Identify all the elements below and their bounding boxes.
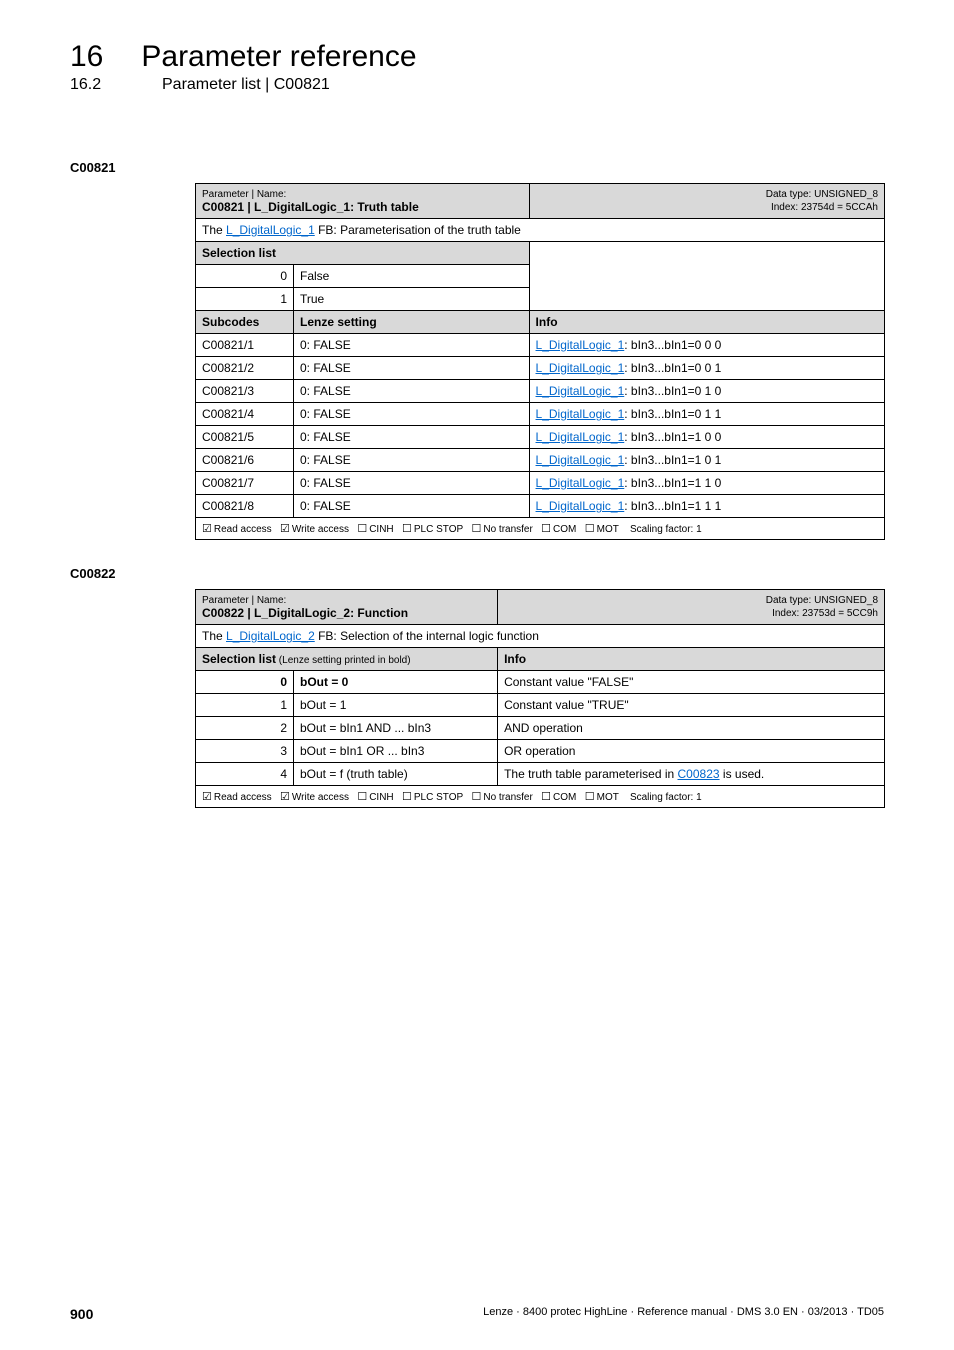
desc-link[interactable]: L_DigitalLogic_1 (226, 223, 315, 237)
param-datatype: Data type: UNSIGNED_8 (766, 189, 878, 200)
param-datatype: Data type: UNSIGNED_8 (766, 595, 878, 606)
lenze-setting-header: Lenze setting (294, 311, 530, 334)
param-name: C00821 | L_DigitalLogic_1: Truth table (202, 200, 419, 214)
table-row: 3 bOut = bIn1 OR ... bIn3 OR operation (196, 740, 885, 763)
info-link[interactable]: L_DigitalLogic_1 (536, 453, 625, 467)
param-meta-label: Parameter | Name: (202, 189, 286, 200)
info-link[interactable]: L_DigitalLogic_1 (536, 430, 625, 444)
info-link[interactable]: L_DigitalLogic_1 (536, 384, 625, 398)
desc-prefix: The (202, 629, 226, 643)
info-link[interactable]: L_DigitalLogic_1 (536, 407, 625, 421)
info-header: Info (529, 311, 884, 334)
table-row: C00821/20: FALSEL_DigitalLogic_1: bIn3..… (196, 357, 885, 380)
table-row: C00821/30: FALSEL_DigitalLogic_1: bIn3..… (196, 380, 885, 403)
table-row: 1 bOut = 1 Constant value "TRUE" (196, 694, 885, 717)
desc-suffix: FB: Parameterisation of the truth table (315, 223, 521, 237)
table-row: C00821/50: FALSEL_DigitalLogic_1: bIn3..… (196, 426, 885, 449)
access-footer-row: Read access Write access CINH PLC STOP N… (196, 786, 885, 808)
info-link[interactable]: C00823 (678, 767, 720, 781)
info-link[interactable]: L_DigitalLogic_1 (536, 338, 625, 352)
info-link[interactable]: L_DigitalLogic_1 (536, 361, 625, 375)
param-meta-label: Parameter | Name: (202, 595, 286, 606)
access-footer-row: Read access Write access CINH PLC STOP N… (196, 518, 885, 540)
desc-suffix: FB: Selection of the internal logic func… (315, 629, 539, 643)
page-number: 900 (70, 1306, 93, 1322)
desc-link[interactable]: L_DigitalLogic_2 (226, 629, 315, 643)
info-link[interactable]: L_DigitalLogic_1 (536, 476, 625, 490)
table-row: C00821/40: FALSEL_DigitalLogic_1: bIn3..… (196, 403, 885, 426)
section-number: 16.2 (70, 76, 124, 94)
info-header: Info (498, 648, 885, 671)
param-index: Index: 23753d = 5CC9h (772, 608, 878, 619)
desc-prefix: The (202, 223, 226, 237)
table-c00822: Parameter | Name: C00822 | L_DigitalLogi… (195, 589, 885, 808)
chapter-title: Parameter reference (141, 40, 416, 74)
table-row: 2 bOut = bIn1 AND ... bIn3 AND operation (196, 717, 885, 740)
table-row: 4 bOut = f (truth table) The truth table… (196, 763, 885, 786)
param-c00821-label: C00821 (70, 160, 884, 175)
param-c00822-label: C00822 (70, 566, 884, 581)
param-index: Index: 23754d = 5CCAh (771, 202, 878, 213)
section-title: Parameter list | C00821 (162, 76, 330, 94)
table-row: 0 bOut = 0 Constant value "FALSE" (196, 671, 885, 694)
chapter-number: 16 (70, 40, 103, 74)
selection-list-header: Selection list (202, 652, 276, 666)
info-link[interactable]: L_DigitalLogic_1 (536, 499, 625, 513)
table-row: C00821/80: FALSEL_DigitalLogic_1: bIn3..… (196, 495, 885, 518)
selection-list-subheader: (Lenze setting printed in bold) (276, 655, 411, 666)
separator-dashes: _ _ _ _ _ _ _ _ _ _ _ _ _ _ _ _ _ _ _ _ … (70, 120, 884, 134)
table-row: C00821/60: FALSEL_DigitalLogic_1: bIn3..… (196, 449, 885, 472)
table-row: C00821/70: FALSEL_DigitalLogic_1: bIn3..… (196, 472, 885, 495)
subcodes-header: Subcodes (196, 311, 294, 334)
table-c00821: Parameter | Name: C00821 | L_DigitalLogi… (195, 183, 885, 540)
footer-text: Lenze · 8400 protec HighLine · Reference… (483, 1306, 884, 1322)
param-name: C00822 | L_DigitalLogic_2: Function (202, 606, 408, 620)
selection-list-header: Selection list (196, 242, 530, 265)
table-row: C00821/10: FALSEL_DigitalLogic_1: bIn3..… (196, 334, 885, 357)
